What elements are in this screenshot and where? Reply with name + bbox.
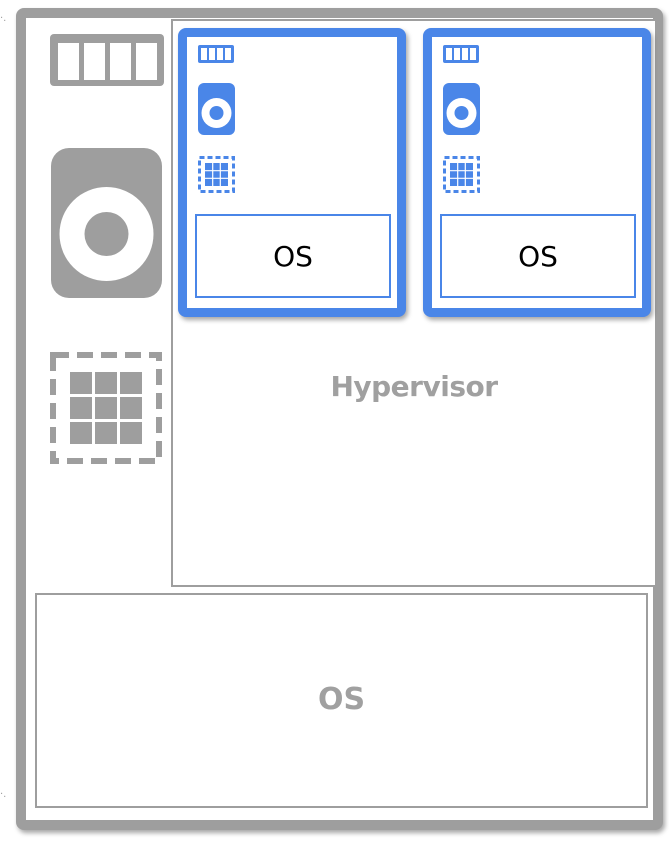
vm-os-label: OS xyxy=(518,239,558,273)
memory-icon xyxy=(50,34,164,86)
memory-icon xyxy=(443,45,479,63)
disk-icon xyxy=(51,148,162,298)
virtual-machine-1: OS xyxy=(178,28,406,317)
edge-mark: ·. xyxy=(0,13,7,24)
host-os-label: OS xyxy=(317,682,366,717)
vm-os-box: OS xyxy=(440,214,636,298)
disk-icon xyxy=(443,83,480,135)
disk-icon xyxy=(198,83,235,135)
cpu-icon xyxy=(50,352,162,464)
virtual-machine-2: OS xyxy=(423,28,651,317)
hypervisor-label: Hypervisor xyxy=(330,370,498,403)
edge-mark: ·. xyxy=(0,789,7,800)
cpu-icon xyxy=(443,156,480,193)
vm-os-box: OS xyxy=(195,214,391,298)
cpu-icon xyxy=(198,156,235,193)
memory-icon xyxy=(198,45,234,63)
vm-os-label: OS xyxy=(273,239,313,273)
